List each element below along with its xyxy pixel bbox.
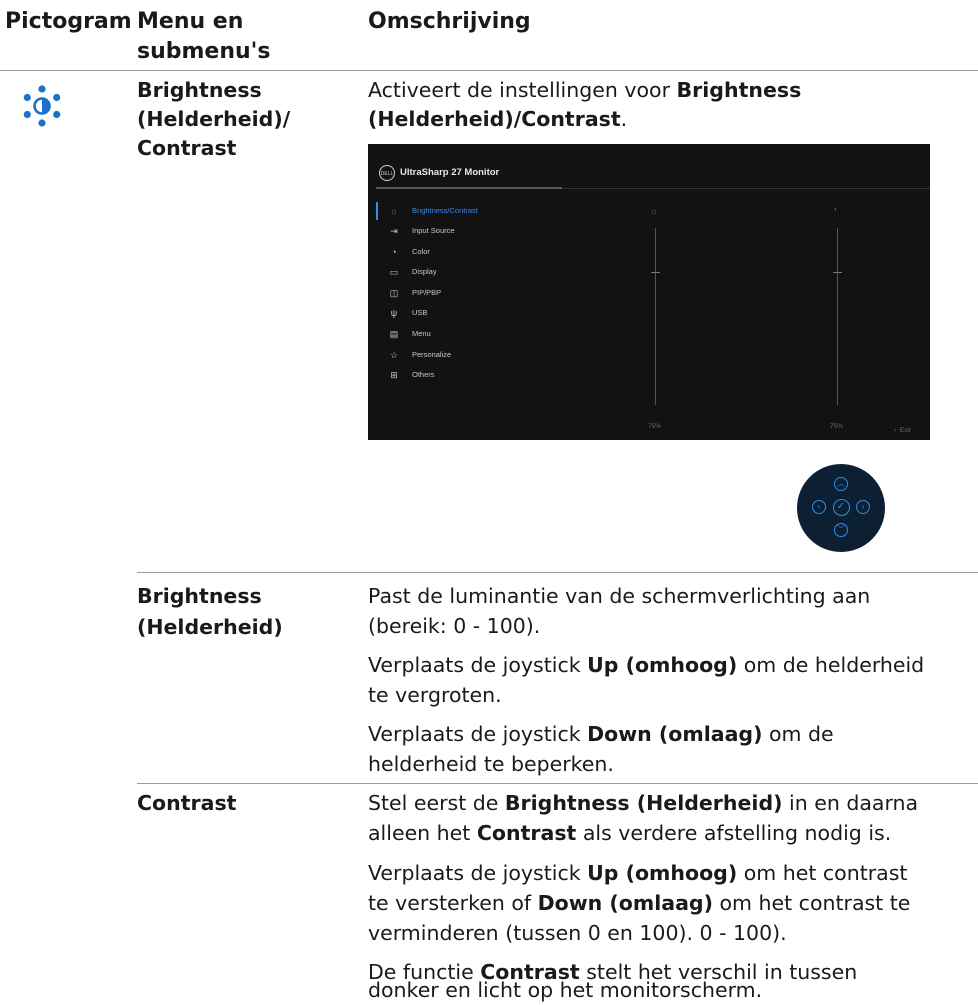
contrast-slider-knob[interactable] <box>833 272 842 273</box>
header-menu: Menu en <box>137 9 244 34</box>
osd-item-menu[interactable]: ▤ Menu <box>388 325 588 343</box>
osd-contrast-icon: ◐ <box>834 207 838 213</box>
osd-title-underline <box>376 187 562 189</box>
contrast-p2-line1: Verplaats de joystick Up (omhoog) om het… <box>368 861 908 885</box>
osd-item-usb[interactable]: ψ USB <box>388 304 588 322</box>
menu-brightness-contrast-line3: Contrast <box>137 136 237 160</box>
osd-screenshot: DELL UltraSharp 27 Monitor ☼ Brightness/C… <box>368 144 930 440</box>
menu-brightness-contrast-line1: Brightness <box>137 78 262 102</box>
brightness-p1-line2: (bereik: 0 - 100). <box>368 614 541 638</box>
osd-item-input-source[interactable]: ⇥ Input Source <box>388 222 588 240</box>
joystick-right-icon: › <box>856 500 870 514</box>
osd-item-personalize[interactable]: ☆ Personalize <box>388 346 588 364</box>
joystick-down-icon: ﹀ <box>834 523 848 537</box>
osd-item-display[interactable]: ▭ Display <box>388 263 588 281</box>
header-submenu: submenu's <box>137 39 271 64</box>
header-omschrijving: Omschrijving <box>368 9 531 34</box>
brightness-slider-track[interactable] <box>655 228 656 405</box>
contrast-p2-line3: verminderen (tussen 0 en 100). 0 - 100). <box>368 921 787 945</box>
dell-logo: DELL <box>379 165 395 181</box>
brightness-p1-line1: Past de luminantie van de schermverlicht… <box>368 584 871 608</box>
contrast-p1-line1: Stel eerst de Brightness (Helderheid) in… <box>368 791 919 815</box>
usb-icon: ψ <box>390 308 398 318</box>
input-icon: ⇥ <box>390 226 398 236</box>
contrast-p1-line2: alleen het Contrast als verdere afstelli… <box>368 821 892 845</box>
joystick-diagram: ︿ ‹ ✓ › ﹀ <box>797 464 885 552</box>
others-icon: ⊞ <box>390 370 398 380</box>
joystick-up-icon: ︿ <box>834 477 848 491</box>
brightness-p2-line2: te vergroten. <box>368 683 502 707</box>
color-icon: ◔ <box>391 247 397 257</box>
sun-icon: ☼ <box>389 206 399 216</box>
desc-main-line2: (Helderheid)/Contrast. <box>368 107 628 131</box>
osd-brightness-icon: ☼ <box>650 206 659 216</box>
header-divider <box>0 70 978 71</box>
osd-item-others[interactable]: ⊞ Others <box>388 366 588 384</box>
osd-selection-indicator <box>376 202 378 220</box>
osd-item-color[interactable]: ◔ Color <box>388 243 588 261</box>
osd-item-pip-pbp[interactable]: ◫ PIP/PBP <box>388 284 588 302</box>
brightness-label-line2: (Helderheid) <box>137 615 283 639</box>
menu-brightness-contrast-line2: (Helderheid)/ <box>137 107 291 131</box>
brightness-icon <box>23 85 61 127</box>
display-icon: ▭ <box>389 267 399 277</box>
chevron-left-icon: ‹ <box>894 427 897 434</box>
osd-item-brightness-contrast[interactable]: ☼ Brightness/Contrast <box>388 202 588 220</box>
brightness-slider-knob[interactable] <box>651 272 660 273</box>
desc-main-line1: Activeert de instellingen voor Brightnes… <box>368 78 802 102</box>
brightness-p3-line2: helderheid te beperken. <box>368 752 614 776</box>
star-icon: ☆ <box>389 350 399 360</box>
section-divider-2 <box>137 783 978 784</box>
osd-title: UltraSharp 27 Monitor <box>400 167 500 178</box>
section-divider <box>137 572 978 573</box>
brightness-p3-line1: Verplaats de joystick Down (omlaag) om d… <box>368 722 834 746</box>
brightness-label-line1: Brightness <box>137 584 262 608</box>
contrast-p2-line2: te versterken of Down (omlaag) om het co… <box>368 891 911 915</box>
contrast-label: Contrast <box>137 791 237 815</box>
contrast-p3-line2: donker en licht op het monitorscherm. <box>368 978 763 1002</box>
header-pictogram: Pictogram <box>5 9 132 34</box>
osd-divider <box>562 188 930 189</box>
osd-exit-button[interactable]: ‹ Exit <box>894 427 911 434</box>
pip-icon: ◫ <box>389 288 399 298</box>
menu-icon: ▤ <box>389 329 399 339</box>
joystick-left-icon: ‹ <box>812 500 826 514</box>
contrast-slider-track[interactable] <box>837 228 838 405</box>
contrast-value: 75% <box>830 423 844 430</box>
joystick-ok-icon: ✓ <box>832 498 850 516</box>
brightness-value: 75% <box>648 423 662 430</box>
brightness-p2-line1: Verplaats de joystick Up (omhoog) om de … <box>368 653 925 677</box>
